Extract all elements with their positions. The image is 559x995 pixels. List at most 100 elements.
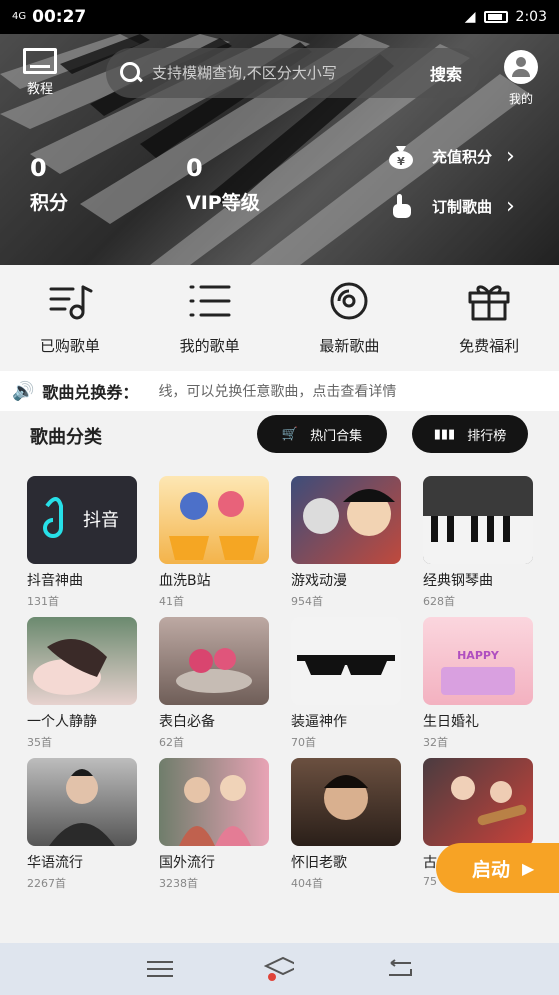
svg-text:HAPPY: HAPPY — [457, 649, 500, 662]
category-cover — [159, 476, 269, 564]
menu-icon[interactable] — [145, 957, 175, 981]
category-cover — [159, 758, 269, 846]
points-label: 积分 — [30, 192, 69, 214]
vip-stat[interactable]: 0 VIP等级 — [186, 154, 260, 215]
quick-item-latest[interactable]: 最新歌曲 — [280, 265, 420, 371]
coupon-bar[interactable]: 🔊 歌曲兑换券： 线，可以兑换任意歌曲，点击查看详情 — [0, 371, 559, 411]
category-card[interactable]: 一个人静静 35首 — [27, 617, 137, 750]
category-card[interactable]: 表白必备 62首 — [159, 617, 269, 750]
category-header: 歌曲分类 🛒 热门合集 ▮▮▮ 排行榜 — [0, 411, 559, 461]
category-name: 国外流行 — [159, 855, 215, 871]
category-name: 血洗B站 — [159, 573, 211, 589]
category-name: 装逼神作 — [291, 714, 347, 730]
quick-item-purchased[interactable]: 已购歌单 — [0, 265, 140, 371]
recharge-label: 充值积分 — [432, 147, 493, 166]
category-name: 游戏动漫 — [291, 573, 347, 589]
coupon-title: 歌曲兑换券： — [42, 383, 139, 402]
system-nav-bar — [0, 943, 559, 995]
category-count: 3238首 — [159, 877, 198, 890]
ranking-button[interactable]: ▮▮▮ 排行榜 — [412, 415, 528, 453]
back-icon[interactable] — [384, 957, 414, 981]
search-input[interactable] — [152, 64, 422, 82]
quick-item-my-playlist[interactable]: 我的歌单 — [140, 265, 280, 371]
category-card[interactable]: 装逼神作 70首 — [291, 617, 401, 750]
category-cover — [291, 758, 401, 846]
vip-label: VIP等级 — [186, 192, 260, 214]
category-cover — [423, 758, 533, 846]
recharge-link[interactable]: ¥ 充值积分 › — [386, 142, 515, 170]
mine-button[interactable]: 我的 — [500, 50, 542, 107]
wifi-icon: ◢ — [464, 9, 476, 25]
category-name: 华语流行 — [27, 855, 83, 871]
coupon-text: 线，可以兑换任意歌曲，点击查看详情 — [158, 384, 397, 400]
category-cover — [291, 617, 401, 705]
points-value: 0 — [30, 154, 47, 182]
category-card[interactable]: 血洗B站 41首 — [159, 476, 269, 609]
category-card[interactable]: 抖音 抖音神曲 131首 — [27, 476, 137, 609]
category-card[interactable]: HAPPY 生日婚礼 32首 — [423, 617, 533, 750]
home-icon[interactable] — [264, 956, 295, 981]
avatar-icon — [504, 50, 538, 84]
category-name: 表白必备 — [159, 714, 215, 730]
status-time: 00:27 — [32, 7, 87, 27]
chevron-right-icon: › — [506, 193, 515, 219]
category-cover: HAPPY — [423, 617, 533, 705]
category-count: 62首 — [159, 736, 184, 749]
svg-text:¥: ¥ — [397, 155, 405, 168]
tutorial-label: 教程 — [26, 82, 53, 97]
list-icon — [189, 285, 231, 317]
search-button[interactable]: 搜索 — [430, 61, 462, 85]
launch-button[interactable]: 启动 ▶ — [436, 843, 559, 893]
mine-label: 我的 — [508, 92, 533, 106]
search-bar[interactable]: 搜索 — [106, 48, 480, 98]
search-icon — [120, 62, 142, 84]
category-name: 怀旧老歌 — [291, 855, 347, 871]
custom-label: 订制歌曲 — [432, 197, 493, 216]
quick-menu: 已购歌单 我的歌单 最新歌曲 免费福利 — [0, 265, 559, 371]
status-right: ◢ 2:03 — [465, 9, 547, 25]
category-count: 954首 — [291, 595, 323, 608]
category-count: 404首 — [291, 877, 323, 890]
category-card[interactable]: 游戏动漫 954首 — [291, 476, 401, 609]
gift-icon — [468, 285, 510, 321]
category-cover — [27, 758, 137, 846]
category-cover — [423, 476, 533, 564]
ranking-label: 排行榜 — [467, 428, 507, 444]
category-card[interactable]: 国外流行 3238首 — [159, 758, 269, 891]
launch-label: 启动 — [472, 858, 511, 881]
vip-value: 0 — [186, 154, 203, 182]
status-time-right: 2:03 — [515, 9, 547, 25]
category-card[interactable]: 经典钢琴曲 628首 — [423, 476, 533, 609]
disc-icon — [330, 282, 368, 320]
music-list-icon — [49, 285, 93, 320]
quick-item-gift[interactable]: 免费福利 — [419, 265, 559, 371]
category-name: 一个人静静 — [27, 714, 97, 730]
category-card[interactable]: 华语流行 2267首 — [27, 758, 137, 891]
play-icon: ▶ — [522, 858, 535, 878]
category-count: 70首 — [291, 736, 316, 749]
category-card[interactable]: 怀旧老歌 404首 — [291, 758, 401, 891]
status-bar: 4G 00:27 ◢ 2:03 — [0, 0, 559, 34]
money-bag-icon: ¥ — [386, 142, 416, 170]
chevron-right-icon: › — [506, 143, 515, 169]
category-count: 2267首 — [27, 877, 66, 890]
category-count: 131首 — [27, 595, 59, 608]
category-name: 经典钢琴曲 — [423, 573, 493, 589]
quick-label: 免费福利 — [459, 337, 520, 355]
category-count: 41首 — [159, 595, 184, 608]
custom-song-link[interactable]: 订制歌曲 › — [386, 192, 515, 220]
category-cover — [27, 617, 137, 705]
category-count: 35首 — [27, 736, 52, 749]
category-cover: 抖音 — [27, 476, 137, 564]
bar-chart-icon: ▮▮▮ — [433, 426, 456, 442]
quick-label: 已购歌单 — [39, 337, 100, 355]
tutorial-button[interactable]: 教程 — [20, 48, 60, 97]
book-icon — [23, 48, 57, 74]
hot-collection-button[interactable]: 🛒 热门合集 — [257, 415, 387, 453]
speaker-icon: 🔊 — [12, 380, 35, 402]
category-cover — [291, 476, 401, 564]
points-stat[interactable]: 0 积分 — [30, 154, 68, 215]
category-name: 生日婚礼 — [423, 714, 479, 730]
hot-collection-label: 热门合集 — [310, 428, 363, 444]
hero-banner: 教程 搜索 我的 0 积分 0 VIP等级 ¥ 充值积分 › 订制歌曲 › — [0, 34, 559, 265]
